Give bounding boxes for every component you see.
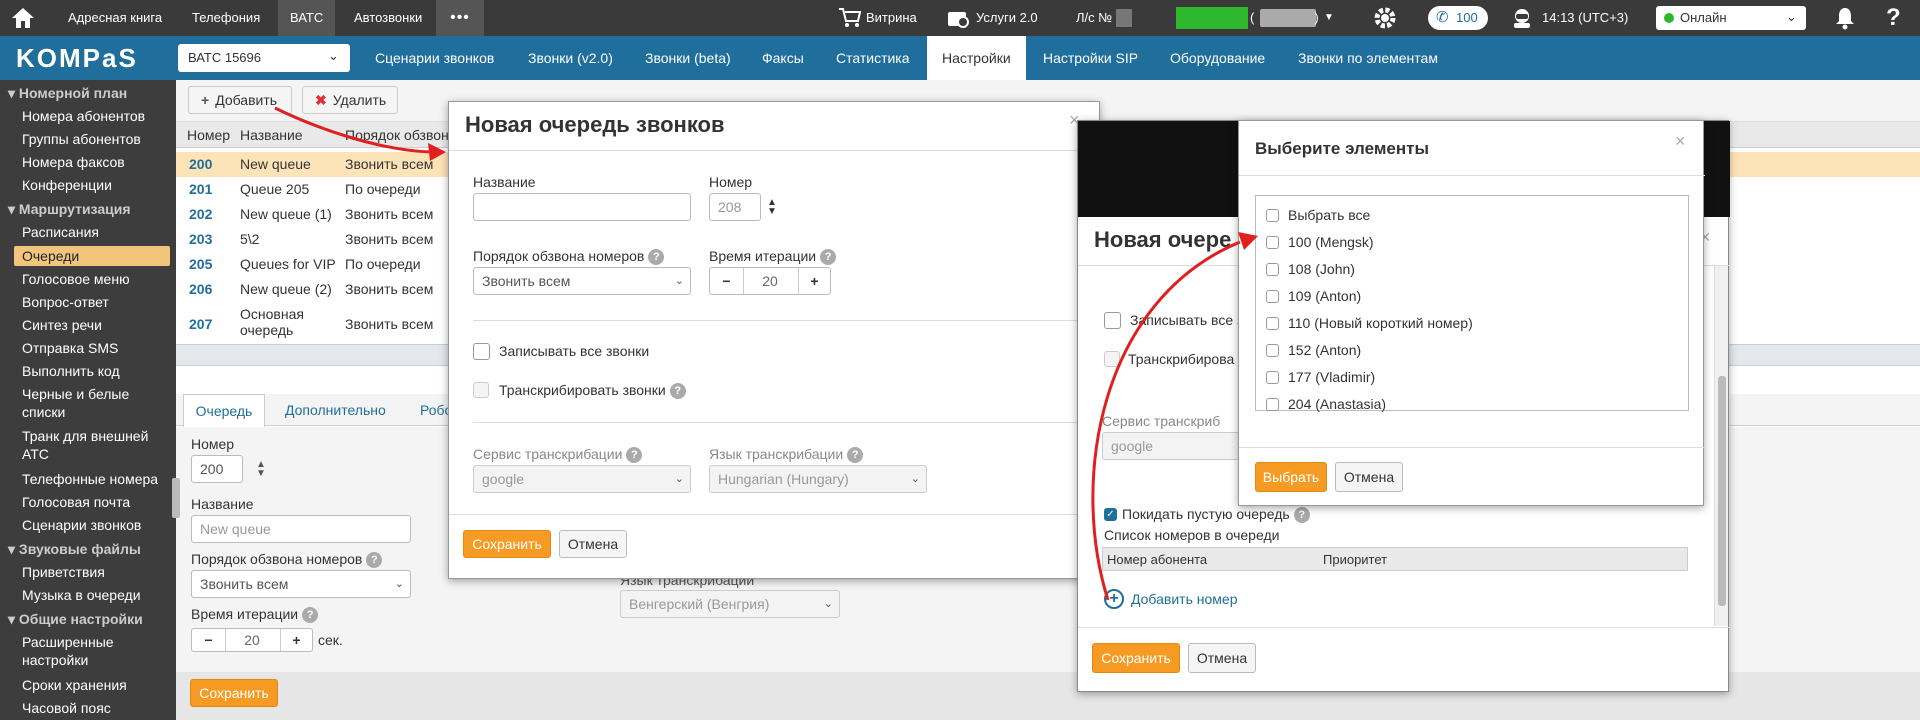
arrow-add-number-to-select — [1091, 240, 1241, 601]
arrow-add-to-modal — [274, 106, 431, 154]
arrow-head — [428, 143, 446, 161]
annotation-arrows — [274, 106, 1258, 601]
arrow-head — [1238, 232, 1258, 250]
